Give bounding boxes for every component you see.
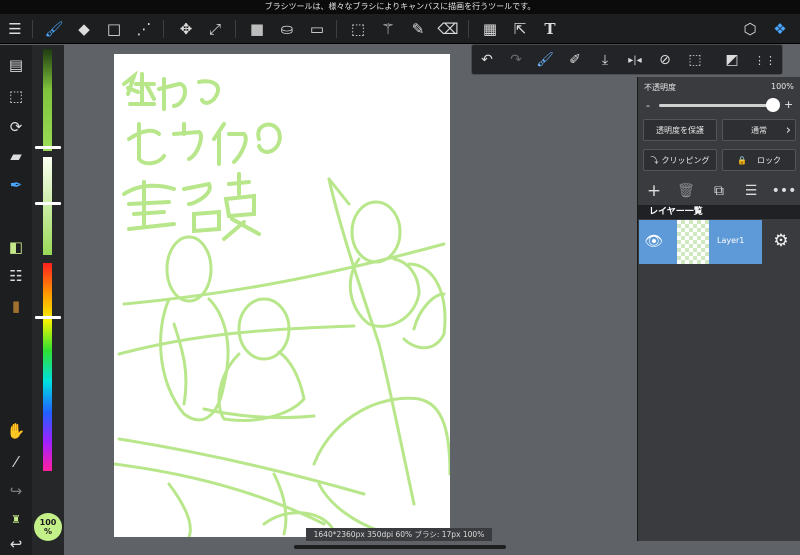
lock-button[interactable]: 🔒 ロック (722, 149, 796, 171)
drawing-canvas[interactable] (114, 54, 450, 537)
operation-tool-icon[interactable]: ⇱ (508, 17, 532, 41)
color-history-icon[interactable]: ▮ (4, 294, 28, 318)
system-status-bar: ブラシツールは、様々なブラシによりキャンバスに描画を行うツールです。 (0, 0, 800, 14)
dot-tool-icon[interactable]: ⋰ (132, 17, 156, 41)
grid-icon[interactable]: ⋮⋮ (753, 48, 777, 72)
protect-alpha-button[interactable]: 透明度を保護 (643, 119, 717, 141)
clipping-icon: ⤵ (650, 155, 659, 165)
ruler-icon[interactable]: ▰ (4, 144, 28, 168)
opacity-plus-button[interactable]: + (784, 98, 793, 111)
layer-name: Layer1 (717, 236, 745, 245)
filter-icon[interactable]: ◩ (720, 48, 744, 72)
zoom-level-badge[interactable]: 100% (34, 513, 62, 541)
canvas-info-bar: 1640*2360px 350dpi 60% ブラシ: 17px 100% (306, 528, 492, 541)
brush-palette-icon[interactable]: ✒ (4, 173, 28, 197)
left-toolbar: ▤ ⬚ ⟳ ▰ ✒ ◧ ☷ ▮ ✋ ⁄ ↪ ♜ ↩ (0, 45, 32, 555)
fill-color-icon[interactable]: ■ (245, 17, 269, 41)
toolbar-divider (163, 20, 164, 38)
opacity-label: 不透明度 (644, 83, 676, 92)
delete-layer-icon[interactable]: 🗑 (676, 181, 696, 201)
bucket-tool-icon[interactable]: ⛀ (275, 17, 299, 41)
quick-tools-popup: ↶ ↷ 🖌 ✐ ⤓ ▸|◂ ⊘ ⬚ ◩ ⋮⋮ (471, 44, 783, 75)
duplicate-layer-icon[interactable]: ⧉ (709, 181, 729, 201)
clipping-button[interactable]: ⤵ クリッピング (643, 149, 717, 171)
lock-icon: 🔒 (737, 155, 747, 165)
chevron-right-icon: › (785, 122, 791, 138)
hand-tool-icon[interactable]: ✋ (4, 419, 28, 443)
undo-icon[interactable]: ↶ (475, 48, 499, 72)
move-tool-icon[interactable]: ✥ (174, 17, 198, 41)
color-swap-icon[interactable]: ◧ (4, 235, 28, 259)
material-icon[interactable]: ⬡ (738, 17, 762, 41)
object-tool-icon[interactable]: □ (102, 17, 126, 41)
toolbar-divider (32, 20, 33, 38)
layers-icon[interactable]: ❖ (768, 17, 792, 41)
eyedropper-icon[interactable]: ⁄ (4, 450, 28, 474)
magic-wand-icon[interactable]: ⚚ (376, 17, 400, 41)
select-tool-icon[interactable]: ⬚ (346, 17, 370, 41)
menu-icon[interactable]: ☰ (3, 17, 27, 41)
layer-opacity-knob[interactable] (766, 98, 780, 112)
toolbar-divider (235, 20, 236, 38)
sketch-artwork (114, 70, 450, 537)
tool-hint-text: ブラシツールは、様々なブラシによりキャンバスに描画を行うツールです。 (264, 2, 536, 11)
selection-list-icon[interactable]: ⬚ (4, 84, 28, 108)
toolbar-divider (336, 20, 337, 38)
brush-size-thumb[interactable] (35, 146, 61, 149)
hue-slider[interactable] (43, 263, 52, 471)
brush-opacity-slider[interactable] (43, 157, 52, 255)
layer-list-icon[interactable]: ☰ (741, 181, 761, 201)
redo-icon[interactable]: ↪ (4, 479, 28, 503)
layer-list-title: レイヤー一覧 (638, 205, 800, 219)
more-options-icon[interactable]: ••• (772, 181, 797, 201)
layer-thumbnail (677, 220, 709, 264)
home-indicator[interactable] (294, 545, 506, 549)
brush-opacity-thumb[interactable] (35, 202, 61, 205)
layer-opacity-slider[interactable] (659, 104, 777, 107)
pages-icon[interactable]: ▤ (4, 53, 28, 77)
brush-list-icon[interactable]: ☷ (4, 264, 28, 288)
brush-slider-column: 100% (32, 45, 64, 555)
select-pen-icon[interactable]: ✎ (406, 17, 430, 41)
gradient-tool-icon[interactable]: ▭ (305, 17, 329, 41)
text-tool-icon[interactable]: T (538, 17, 562, 41)
brush-size-slider[interactable] (43, 49, 52, 151)
gear-icon[interactable]: ⚙ (770, 230, 792, 252)
frame-divider-icon[interactable]: ▦ (478, 17, 502, 41)
redo-icon[interactable]: ↷ (504, 48, 528, 72)
eyedropper-icon[interactable]: ✐ (563, 48, 587, 72)
brush-tool-icon[interactable]: 🖌 (42, 17, 66, 41)
snap-off-icon[interactable]: ⊘ (653, 48, 677, 72)
flip-horizontal-icon[interactable]: ▸|◂ (623, 48, 647, 72)
toolbar-divider (468, 20, 469, 38)
eraser-tool-icon[interactable]: ◆ (72, 17, 96, 41)
blend-mode-select[interactable]: 通常 › (722, 119, 796, 141)
clear-icon[interactable]: ⬚ (683, 48, 707, 72)
eye-visibility-icon[interactable]: 👁 (643, 230, 665, 252)
rotate-icon[interactable]: ⟳ (4, 115, 28, 139)
layer-row[interactable]: 👁 Layer1 (639, 220, 762, 264)
undo-icon[interactable]: ↩ (4, 532, 28, 555)
lock-alpha-icon[interactable]: ♜ (4, 507, 28, 531)
transform-tool-icon[interactable]: ⤢ (203, 17, 227, 41)
canvas-info-text: 1640*2360px 350dpi 60% ブラシ: 17px 100% (313, 530, 485, 539)
select-eraser-icon[interactable]: ⌫ (436, 17, 460, 41)
save-icon[interactable]: ⤓ (593, 48, 617, 72)
hue-thumb[interactable] (35, 316, 61, 319)
brush-stabilizer-icon[interactable]: 🖌 (533, 48, 557, 72)
main-toolbar: ☰ 🖌 ◆ □ ⋰ ✥ ⤢ ■ ⛀ ▭ ⬚ ⚚ ✎ ⌫ ▦ ⇱ T ⬡ ❖ (0, 14, 800, 44)
add-layer-icon[interactable]: + (644, 181, 664, 201)
layer-panel: 不透明度 100% - + 透明度を保護 通常 › ⤵ クリッピング 🔒 ロック +… (637, 77, 800, 541)
opacity-value: 100% (771, 82, 794, 91)
opacity-minus-button[interactable]: - (646, 99, 650, 112)
